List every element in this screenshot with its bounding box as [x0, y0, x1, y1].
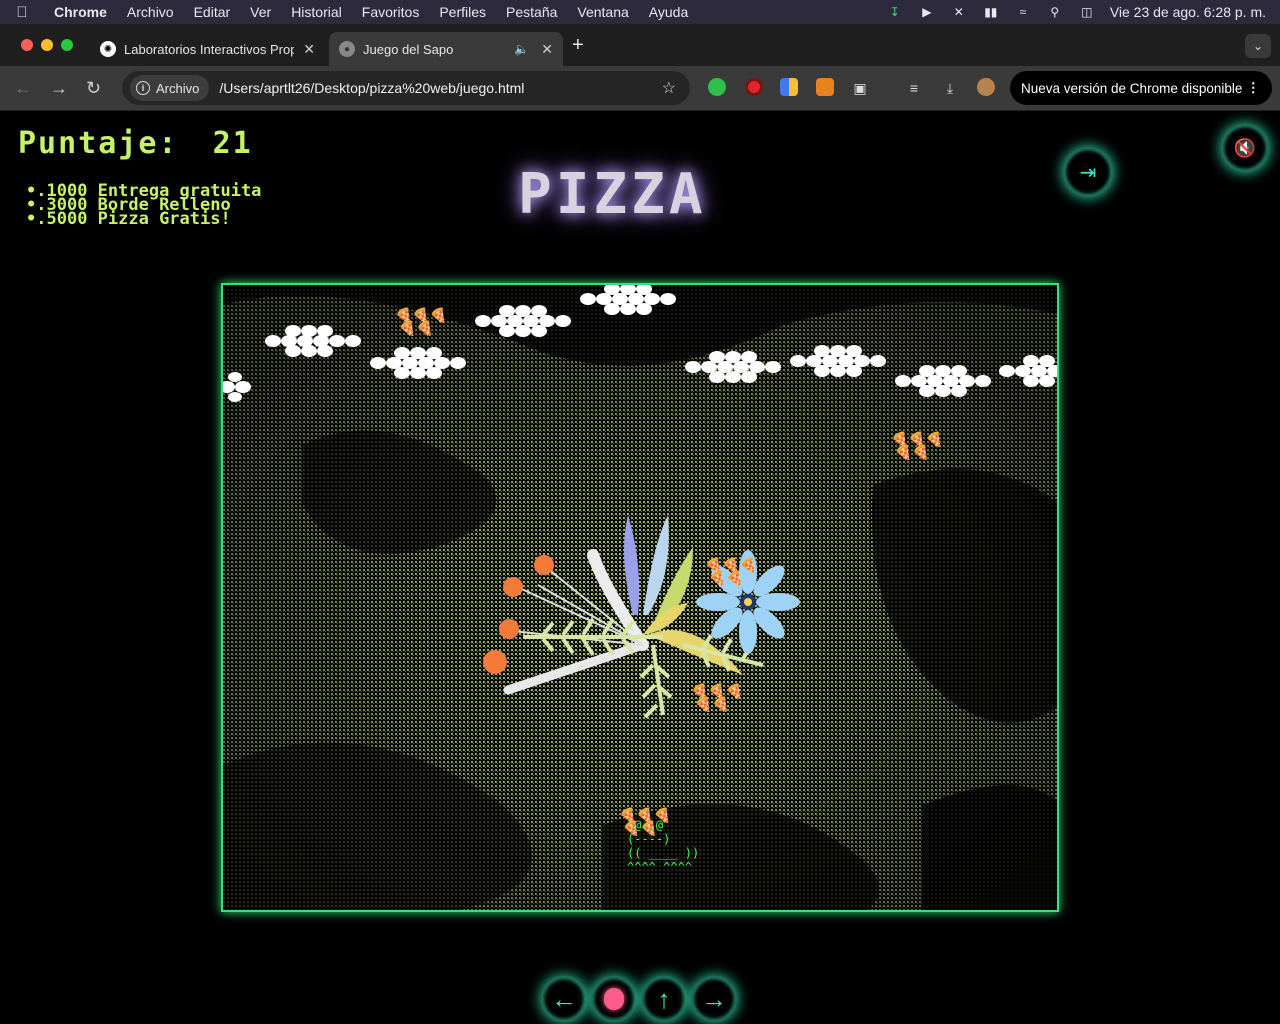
score-value: 21 [212, 126, 253, 161]
tab-title: Juego del Sapo [363, 41, 454, 57]
exit-button[interactable]: ⇥ [1063, 147, 1113, 197]
control-center-icon[interactable]: ◫ [1078, 5, 1096, 19]
tongue-icon [604, 988, 624, 1010]
menu-favoritos[interactable]: Favoritos [352, 4, 430, 20]
tab-strip: ✺ Laboratorios Interactivos Prop ✕ ● Jue… [0, 24, 1280, 66]
menu-ver[interactable]: Ver [240, 4, 281, 20]
sound-toggle-button[interactable]: 🔇 [1221, 124, 1269, 172]
tab-juego-del-sapo[interactable]: ● Juego del Sapo 🔈 ✕ [329, 32, 563, 66]
maximize-window-button[interactable] [61, 39, 73, 51]
menu-pestana[interactable]: Pestaña [496, 4, 567, 20]
more-menu-icon[interactable]: ⋮ [1247, 80, 1261, 96]
media-queue-icon[interactable]: ≡ [906, 80, 922, 96]
menu-historial[interactable]: Historial [281, 4, 352, 20]
info-icon: i [136, 81, 150, 95]
profile-avatar[interactable] [977, 78, 995, 96]
forward-icon[interactable]: → [50, 78, 68, 99]
menu-app-chrome[interactable]: Chrome [44, 4, 117, 20]
apple-icon[interactable]:  [0, 4, 44, 21]
menu-archivo[interactable]: Archivo [117, 4, 184, 20]
menu-perfiles[interactable]: Perfiles [429, 4, 496, 20]
prize-list: .1000 Entrega gratuita .3000 Borde Relle… [26, 183, 261, 228]
extensions-puzzle-icon[interactable]: ▣ [852, 80, 868, 96]
bookmark-star-icon[interactable]: ☆ [662, 78, 676, 98]
address-bar[interactable]: i Archivo /Users/aprtlt26/Desktop/pizza%… [122, 71, 690, 105]
update-label: Nueva versión de Chrome disponible [1021, 80, 1243, 96]
pizza-slices: 🍕🍕🍕 🍕🍕 [891, 431, 944, 460]
game-canvas[interactable]: 🍕🍕🍕 🍕🍕 🍕🍕🍕 🍕🍕 🍕🍕🍕 🍕🍕 🍕🍕🍕 🍕🍕 🍕🍕🍕 🍕🍕 @..@ … [221, 283, 1059, 912]
minimize-window-button[interactable] [41, 39, 53, 51]
tab-laboratorios[interactable]: ✺ Laboratorios Interactivos Prop ✕ [90, 32, 325, 66]
openai-favicon-icon: ✺ [100, 41, 116, 57]
bluetooth-off-icon[interactable]: ✕ [950, 5, 968, 19]
move-right-button[interactable]: → [691, 976, 737, 1022]
battery-icon[interactable]: ▮▮ [982, 5, 1000, 19]
audio-playing-icon[interactable]: 🔈 [514, 42, 529, 56]
reload-icon[interactable]: ↻ [86, 78, 101, 99]
tongue-button[interactable] [591, 976, 637, 1022]
arrow-up-icon: ↑ [657, 983, 671, 1014]
macos-menu-bar:  Chrome Archivo Editar Ver Historial Fa… [0, 0, 1280, 24]
metamask-fox-icon[interactable] [816, 78, 834, 96]
close-tab-icon[interactable]: ✕ [303, 41, 315, 58]
search-icon[interactable]: ⚲ [1046, 5, 1064, 19]
extension-record-icon[interactable] [745, 78, 763, 96]
game-controls: ← ↑ → [541, 976, 737, 1022]
new-tab-button[interactable]: + [572, 34, 584, 57]
extension-blue-yellow-icon[interactable] [780, 78, 798, 96]
extension-green-icon[interactable] [708, 78, 726, 96]
menu-ventana[interactable]: Ventana [567, 4, 638, 20]
score-display: Puntaje: 21 [18, 126, 253, 161]
site-info-chip[interactable]: i Archivo [130, 75, 210, 101]
download-status-icon[interactable]: ↧ [886, 5, 904, 19]
frog-player: @..@ (----) (( ____ )) ^^^^ ^^^^ [627, 818, 700, 874]
play-icon[interactable]: ▶ [918, 5, 936, 19]
close-window-button[interactable] [21, 39, 33, 51]
move-left-button[interactable]: ← [541, 976, 587, 1022]
prize-item: .5000 Pizza Gratis! [26, 211, 261, 228]
exit-icon: ⇥ [1079, 161, 1097, 184]
menu-editar[interactable]: Editar [184, 4, 241, 20]
chrome-update-button[interactable]: Nueva versión de Chrome disponible ⋮ [1010, 71, 1272, 105]
arrow-left-icon: ← [551, 983, 577, 1014]
url-text[interactable]: /Users/aprtlt26/Desktop/pizza%20web/jueg… [219, 80, 524, 96]
wifi-icon[interactable]: ≈ [1014, 5, 1032, 19]
arrow-right-icon: → [701, 983, 727, 1014]
score-label: Puntaje: [18, 126, 179, 161]
chip-label: Archivo [156, 80, 200, 96]
jump-button[interactable]: ↑ [641, 976, 687, 1022]
globe-favicon-icon: ● [339, 41, 355, 57]
close-tab-icon[interactable]: ✕ [541, 41, 553, 58]
pizza-slices: 🍕🍕🍕 🍕🍕 [705, 557, 758, 586]
clock[interactable]: Vie 23 de ago. 6:28 p. m. [1110, 4, 1266, 20]
tab-search-button[interactable]: ⌄ [1245, 34, 1271, 58]
pizza-slices: 🍕🍕🍕 🍕🍕 [395, 307, 448, 336]
downloads-icon[interactable]: ⤓ [942, 80, 958, 96]
menu-ayuda[interactable]: Ayuda [639, 4, 698, 20]
game-page: Puntaje: 21 .1000 Entrega gratuita .3000… [0, 112, 1280, 1024]
pizza-slices: 🍕🍕🍕 🍕🍕 [691, 683, 744, 712]
tab-title: Laboratorios Interactivos Prop [124, 41, 294, 57]
back-icon[interactable]: ← [14, 78, 32, 99]
pizza-logo: PIZZA [518, 162, 707, 227]
speaker-muted-icon: 🔇 [1233, 137, 1257, 158]
